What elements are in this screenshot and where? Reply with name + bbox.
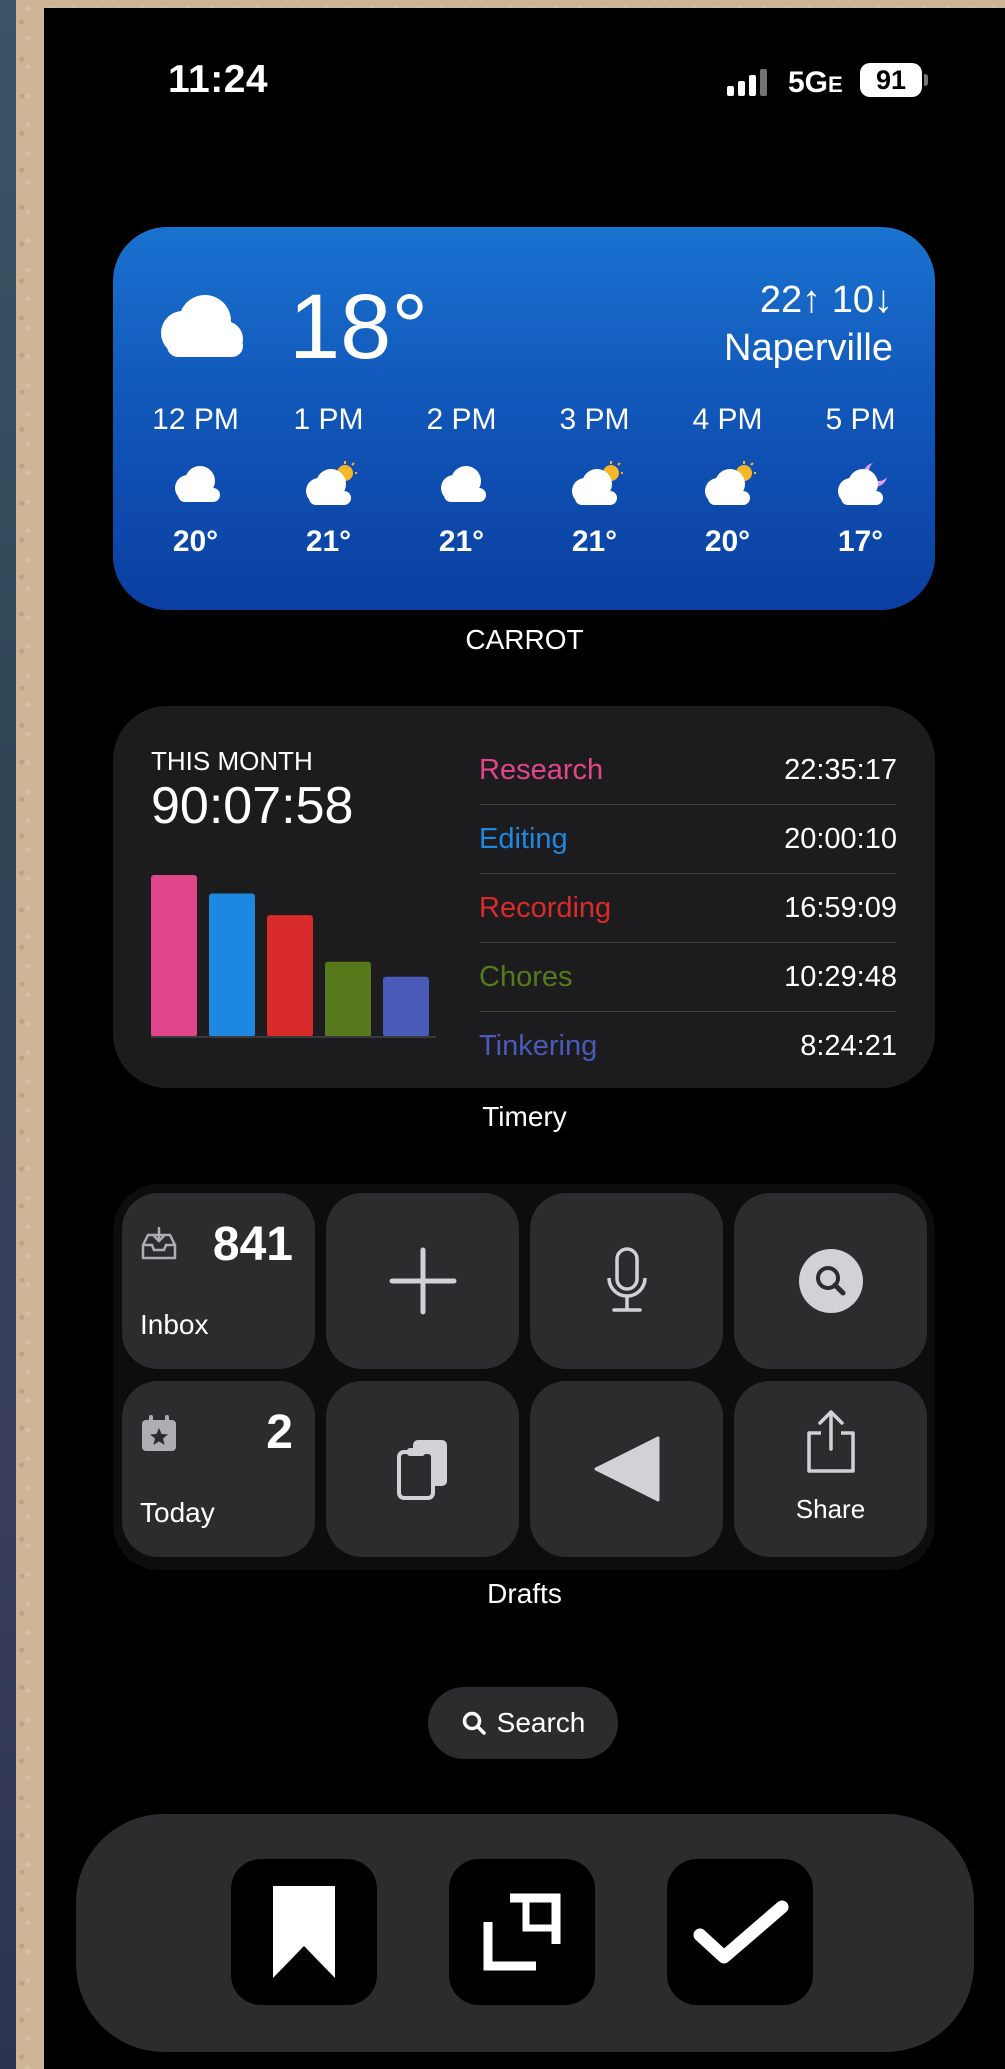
weather-widget[interactable]: 18° 22↑ 10↓ Naperville 12 PM 20° 1 PM 21… bbox=[113, 227, 935, 610]
project-row: Editing 20:00:10 bbox=[479, 805, 897, 874]
project-bar bbox=[383, 976, 429, 1037]
partly-sunny-icon bbox=[571, 461, 623, 505]
forecast-hour: 12 PM 20° bbox=[129, 403, 262, 559]
cloud-icon bbox=[161, 295, 243, 357]
forecast-hour: 2 PM 21° bbox=[395, 403, 528, 559]
search-icon bbox=[462, 1711, 486, 1735]
hour-label: 1 PM bbox=[293, 403, 364, 436]
project-bar bbox=[267, 915, 313, 1037]
today-tile[interactable]: 2 Today bbox=[122, 1381, 315, 1557]
hour-temperature: 21° bbox=[438, 525, 485, 558]
home-screen: 11:24 5GE 91 18° 22↑ 10↓ Naperville 12 P… bbox=[44, 8, 1005, 2069]
project-bar bbox=[325, 961, 371, 1037]
crop-expand-icon bbox=[483, 1893, 561, 1971]
project-time: 8:24:21 bbox=[800, 1029, 897, 1062]
inbox-tray-icon bbox=[141, 1227, 177, 1260]
project-row: Research 22:35:17 bbox=[479, 736, 897, 805]
period-label: THIS MONTH bbox=[151, 746, 313, 776]
project-name: Recording bbox=[479, 891, 612, 924]
hourly-forecast: 12 PM 20° 1 PM 21° 2 PM 21° 3 PM 21° 4 P… bbox=[129, 403, 929, 559]
cloud-icon bbox=[440, 466, 486, 502]
inbox-label: Inbox bbox=[140, 1309, 209, 1340]
widget-caption-timery: Timery bbox=[482, 1101, 567, 1132]
timery-widget[interactable]: THIS MONTH 90:07:58 Research 22:35:17 Ed… bbox=[113, 706, 935, 1088]
forecast-hour: 3 PM 21° bbox=[528, 403, 661, 559]
total-time: 90:07:58 bbox=[151, 777, 354, 835]
search-label: Search bbox=[496, 1707, 586, 1738]
project-row: Tinkering 8:24:21 bbox=[479, 1012, 897, 1080]
bookmark-icon bbox=[273, 1886, 335, 1978]
project-list: Research 22:35:17 Editing 20:00:10 Recor… bbox=[479, 736, 897, 1080]
hour-temperature: 21° bbox=[305, 525, 352, 558]
search-circle-icon bbox=[798, 1249, 863, 1313]
battery-cap bbox=[924, 74, 928, 86]
project-time: 10:29:48 bbox=[784, 960, 897, 993]
cellular-signal-icon bbox=[727, 68, 767, 96]
bookmark-app-icon[interactable] bbox=[231, 1859, 377, 2005]
project-row: Chores 10:29:48 bbox=[479, 943, 897, 1012]
search-drafts-button[interactable] bbox=[734, 1193, 927, 1369]
project-name: Research bbox=[479, 753, 604, 786]
background-wallpaper-strip bbox=[0, 0, 16, 2069]
hour-temperature: 20° bbox=[172, 525, 219, 558]
drafts-widget: 841 Inbox 2 Today Share bbox=[113, 1184, 935, 1570]
project-time: 16:59:09 bbox=[784, 891, 897, 924]
clipboard-button[interactable] bbox=[326, 1381, 519, 1557]
share-label: Share bbox=[795, 1494, 866, 1524]
city-name: Naperville bbox=[724, 327, 893, 369]
project-row: Recording 16:59:09 bbox=[479, 874, 897, 943]
partly-sunny-icon bbox=[704, 461, 756, 505]
high-low-temperature: 22↑ 10↓ bbox=[759, 279, 893, 321]
calendar-star-icon bbox=[142, 1415, 176, 1451]
checkmark-app-icon[interactable] bbox=[667, 1859, 813, 2005]
cloud-moon-icon bbox=[837, 463, 887, 505]
plus-icon bbox=[389, 1247, 456, 1315]
project-time: 22:35:17 bbox=[784, 753, 897, 786]
status-time: 11:24 bbox=[168, 58, 269, 101]
project-time: 20:00:10 bbox=[784, 822, 897, 855]
cloud-icon bbox=[174, 466, 220, 502]
play-left-triangle-icon bbox=[594, 1436, 659, 1502]
spotlight-search-button[interactable]: Search bbox=[428, 1687, 618, 1759]
hour-label: 4 PM bbox=[692, 403, 763, 436]
forecast-hour: 5 PM 17° bbox=[794, 403, 927, 559]
widget-caption-drafts: Drafts bbox=[487, 1578, 562, 1609]
new-draft-button[interactable] bbox=[326, 1193, 519, 1369]
clipboard-copy-icon bbox=[396, 1440, 447, 1500]
today-label: Today bbox=[140, 1497, 215, 1528]
project-name: Editing bbox=[479, 822, 568, 855]
today-count: 2 bbox=[266, 1406, 293, 1459]
hour-label: 3 PM bbox=[559, 403, 630, 436]
share-button[interactable]: Share bbox=[734, 1381, 927, 1557]
network-type: 5GE bbox=[788, 66, 843, 99]
back-button[interactable] bbox=[530, 1381, 723, 1557]
hour-temperature: 20° bbox=[704, 525, 751, 558]
battery-indicator: 91 bbox=[860, 63, 922, 97]
widget-caption-carrot: CARROT bbox=[465, 624, 584, 655]
inbox-tile[interactable]: 841 Inbox bbox=[122, 1193, 315, 1369]
project-time-bar-chart bbox=[151, 875, 436, 1038]
status-bar: 11:24 5GE 91 bbox=[44, 8, 1005, 158]
project-name: Tinkering bbox=[479, 1029, 598, 1062]
checkmark-icon bbox=[693, 1900, 789, 1964]
microphone-icon bbox=[606, 1247, 647, 1312]
crop-app-icon[interactable] bbox=[449, 1859, 595, 2005]
hour-label: 2 PM bbox=[426, 403, 497, 436]
project-name: Chores bbox=[479, 960, 573, 993]
hour-temperature: 17° bbox=[837, 525, 884, 558]
dictate-button[interactable] bbox=[530, 1193, 723, 1369]
forecast-hour: 4 PM 20° bbox=[661, 403, 794, 559]
inbox-count: 841 bbox=[212, 1218, 293, 1271]
dock bbox=[76, 1814, 974, 2052]
partly-sunny-icon bbox=[305, 461, 357, 505]
current-temperature: 18° bbox=[289, 276, 429, 378]
forecast-hour: 1 PM 21° bbox=[262, 403, 395, 559]
hour-label: 5 PM bbox=[825, 403, 896, 436]
project-bar bbox=[209, 893, 255, 1037]
share-icon bbox=[806, 1410, 855, 1473]
hour-temperature: 21° bbox=[571, 525, 618, 558]
hour-label: 12 PM bbox=[152, 403, 239, 436]
project-bar bbox=[151, 875, 197, 1037]
